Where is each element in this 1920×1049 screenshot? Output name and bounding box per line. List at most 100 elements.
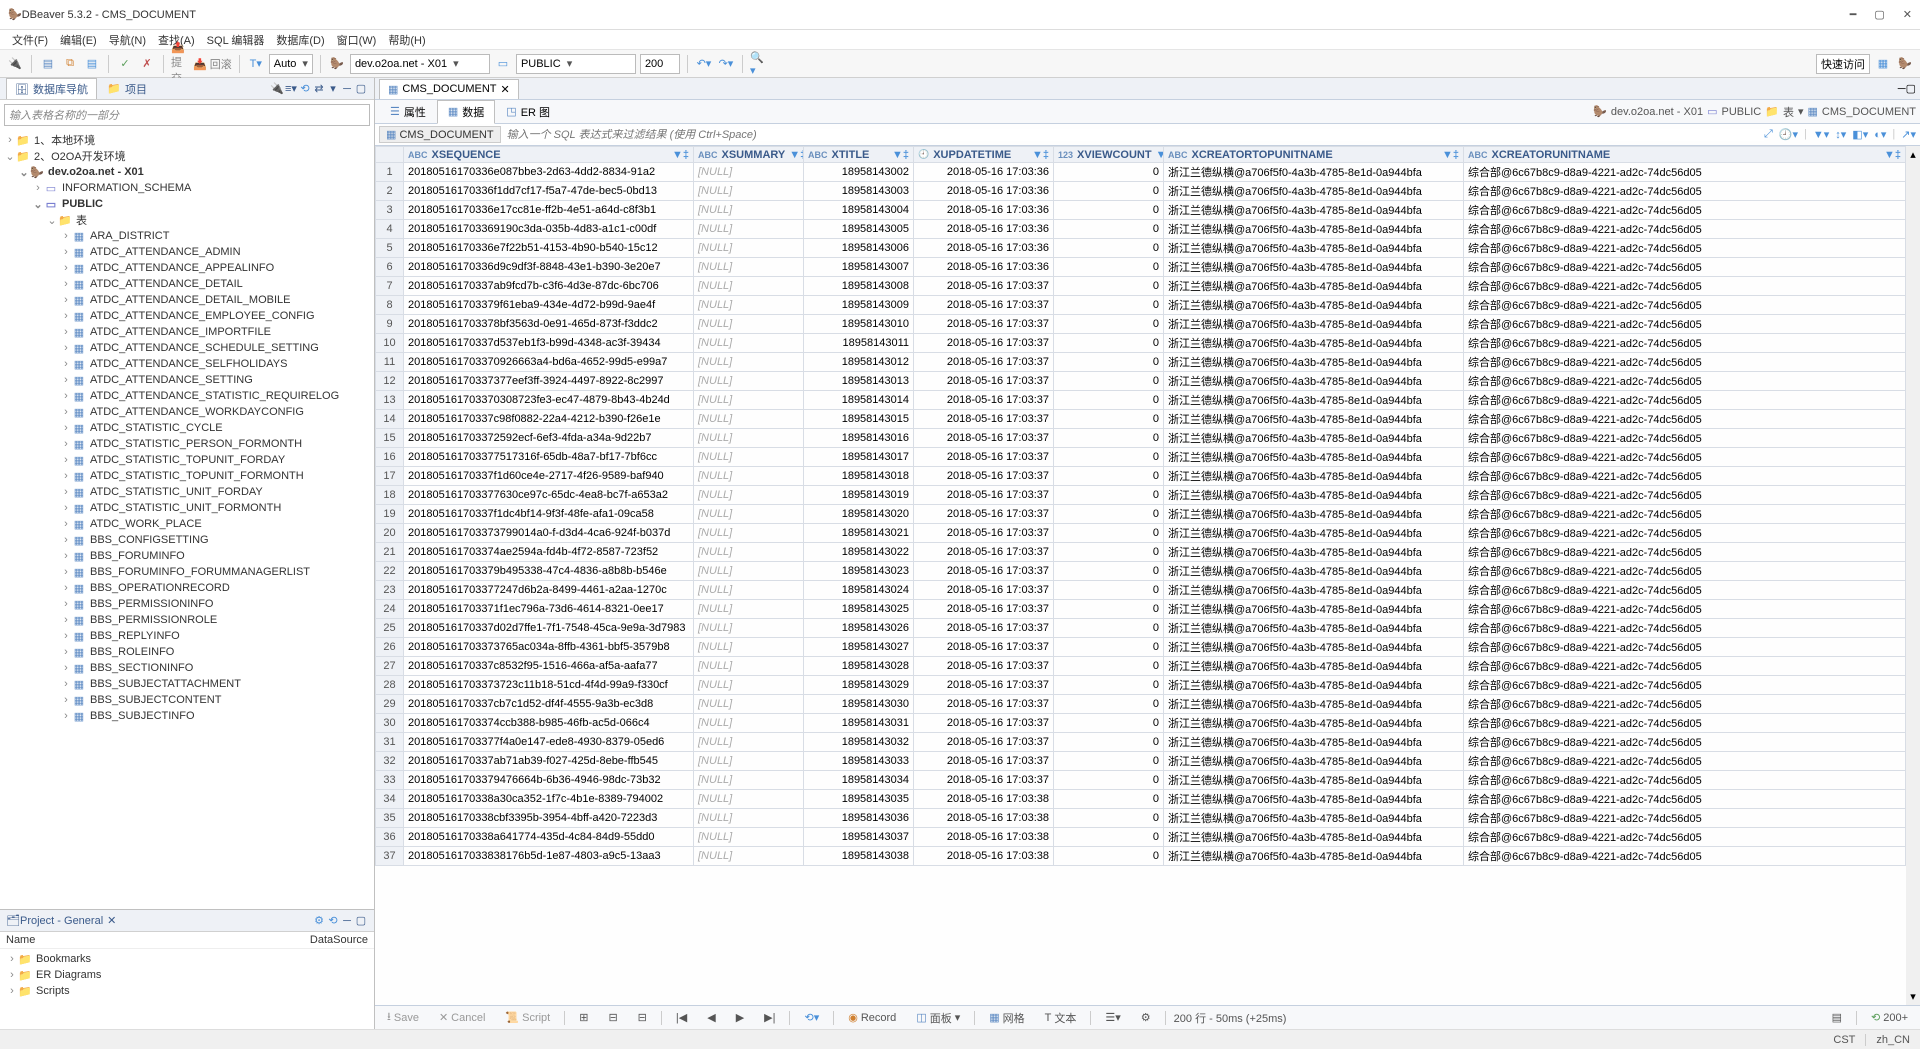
cell[interactable]: 浙江兰德纵横@a706f5f0-4a3b-4785-8e1d-0a944bfa (1164, 467, 1464, 486)
toolbar-icon[interactable]: ≡▾ (284, 82, 298, 96)
cell[interactable]: 0 (1054, 448, 1164, 467)
cell[interactable]: 浙江兰德纵横@a706f5f0-4a3b-4785-8e1d-0a944bfa (1164, 334, 1464, 353)
cell[interactable]: 综合部@6c67b8c9-d8a9-4221-ad2c-74dc56d05 (1464, 239, 1906, 258)
cell[interactable]: 20180516170337377eef3ff-3924-4497-8922-8… (404, 372, 694, 391)
close-button[interactable]: ✕ (1903, 8, 1912, 21)
script-button[interactable]: 📜Script (499, 1010, 556, 1025)
cell[interactable]: 201805161703373765ac034a-8ffb-4361-bbf5-… (404, 638, 694, 657)
cell[interactable]: 浙江兰德纵横@a706f5f0-4a3b-4785-8e1d-0a944bfa (1164, 486, 1464, 505)
connection-combo[interactable]: dev.o2oa.net - X01▾ (350, 54, 490, 74)
row-number[interactable]: 31 (376, 733, 404, 752)
cell[interactable]: 2018-05-16 17:03:38 (914, 828, 1054, 847)
history-icon[interactable]: 🕘▾ (1779, 128, 1798, 141)
cell[interactable]: 0 (1054, 201, 1164, 220)
cell[interactable]: 综合部@6c67b8c9-d8a9-4221-ad2c-74dc56d05 (1464, 353, 1906, 372)
cell[interactable]: 0 (1054, 752, 1164, 771)
cell[interactable]: 18958143007 (804, 258, 914, 277)
cell[interactable]: 18958143015 (804, 410, 914, 429)
toolbar-icon[interactable]: ◐▾ (1874, 128, 1886, 141)
cell[interactable]: 18958143006 (804, 239, 914, 258)
row-number[interactable]: 15 (376, 429, 404, 448)
cell[interactable]: 20180516170337c98f0882-22a4-4212-b390-f2… (404, 410, 694, 429)
tree-item[interactable]: ⌄▭PUBLIC (4, 196, 370, 212)
menu-item[interactable]: 数据库(D) (270, 32, 330, 48)
cell[interactable]: [NULL] (694, 638, 804, 657)
cell[interactable]: [NULL] (694, 258, 804, 277)
cell[interactable]: 18958143009 (804, 296, 914, 315)
cell[interactable]: 2018-05-16 17:03:37 (914, 676, 1054, 695)
add-row-icon[interactable]: ⊞ (573, 1010, 594, 1025)
cell[interactable]: 综合部@6c67b8c9-d8a9-4221-ad2c-74dc56d05 (1464, 809, 1906, 828)
cell[interactable]: 2018-05-16 17:03:37 (914, 638, 1054, 657)
rollback-icon[interactable]: ✗ (138, 55, 156, 73)
cell[interactable]: 20180516170337cb7c1d52-df4f-4555-9a3b-ec… (404, 695, 694, 714)
cell[interactable]: 18958143010 (804, 315, 914, 334)
cell[interactable]: 20180516170337ab9fcd7b-c3f6-4d3e-87dc-6b… (404, 277, 694, 296)
cell[interactable]: 18958143038 (804, 847, 914, 866)
tree-item[interactable]: ›▦ATDC_ATTENDANCE_STATISTIC_REQUIRELOG (4, 388, 370, 404)
cell[interactable]: 浙江兰德纵横@a706f5f0-4a3b-4785-8e1d-0a944bfa (1164, 790, 1464, 809)
cell[interactable]: [NULL] (694, 809, 804, 828)
cell[interactable]: 18958143025 (804, 600, 914, 619)
row-number[interactable]: 7 (376, 277, 404, 296)
perspective-icon[interactable]: 🦫 (1896, 55, 1914, 73)
fetch-more-button[interactable]: ⟲200+ (1865, 1010, 1914, 1025)
cell[interactable]: 2018-05-16 17:03:37 (914, 524, 1054, 543)
maximize-button[interactable]: ▢ (1874, 8, 1884, 21)
cell[interactable]: 18958143033 (804, 752, 914, 771)
minimize-icon[interactable]: ─ (340, 82, 354, 96)
cell[interactable]: 2018-05-16 17:03:37 (914, 315, 1054, 334)
cell[interactable]: 201805161703369190c3da-035b-4d83-a1c1-c0… (404, 220, 694, 239)
cell[interactable]: 18958143022 (804, 543, 914, 562)
tree-item[interactable]: ›▦ATDC_ATTENDANCE_DETAIL (4, 276, 370, 292)
text-mode[interactable]: T文本 (1039, 1009, 1083, 1027)
cell[interactable]: 201805161703379476664b-6b36-4946-98dc-73… (404, 771, 694, 790)
cell[interactable]: 2018-05-16 17:03:37 (914, 619, 1054, 638)
cell[interactable]: 201805161703374ccb388-b985-46fb-ac5d-066… (404, 714, 694, 733)
nav-tree[interactable]: ›📁1、本地环境⌄📁2、O2OA开发环境⌄🦫dev.o2oa.net - X01… (0, 130, 374, 909)
cell[interactable]: 0 (1054, 562, 1164, 581)
cell[interactable]: 0 (1054, 353, 1164, 372)
row-number[interactable]: 27 (376, 657, 404, 676)
link-editor-icon[interactable]: ⇄ (312, 82, 326, 96)
maximize-icon[interactable]: ▢ (1906, 82, 1916, 95)
tree-item[interactable]: ›▦ATDC_STATISTIC_UNIT_FORDAY (4, 484, 370, 500)
cell[interactable]: 综合部@6c67b8c9-d8a9-4221-ad2c-74dc56d05 (1464, 201, 1906, 220)
cell[interactable]: 2018-05-16 17:03:37 (914, 505, 1054, 524)
row-number[interactable]: 12 (376, 372, 404, 391)
save-button[interactable]: ⭳Save (381, 1007, 425, 1028)
cell[interactable]: [NULL] (694, 657, 804, 676)
tree-item[interactable]: ›▦ATDC_WORK_PLACE (4, 516, 370, 532)
cell[interactable]: 浙江兰德纵横@a706f5f0-4a3b-4785-8e1d-0a944bfa (1164, 714, 1464, 733)
tree-item[interactable]: ›▦ATDC_ATTENDANCE_SCHEDULE_SETTING (4, 340, 370, 356)
cell[interactable]: 18958143005 (804, 220, 914, 239)
cell[interactable]: [NULL] (694, 182, 804, 201)
cell[interactable]: 201805161703373723c11b18-51cd-4f4d-99a9-… (404, 676, 694, 695)
tree-item[interactable]: ›▦ATDC_STATISTIC_UNIT_FORMONTH (4, 500, 370, 516)
cell[interactable]: 浙江兰德纵横@a706f5f0-4a3b-4785-8e1d-0a944bfa (1164, 410, 1464, 429)
cell[interactable]: 0 (1054, 600, 1164, 619)
tree-item[interactable]: ›▦BBS_PERMISSIONROLE (4, 612, 370, 628)
row-number[interactable]: 9 (376, 315, 404, 334)
cell[interactable]: 2018-05-16 17:03:36 (914, 201, 1054, 220)
cell[interactable]: 2018-05-16 17:03:37 (914, 752, 1054, 771)
cell[interactable]: 18958143031 (804, 714, 914, 733)
cell[interactable]: 18958143034 (804, 771, 914, 790)
column-header[interactable]: 🕘XUPDATETIME▼‡ (914, 147, 1054, 163)
cell[interactable]: 18958143013 (804, 372, 914, 391)
cell[interactable]: 2018-05-16 17:03:37 (914, 714, 1054, 733)
cell[interactable]: 20180516170336f1dd7cf17-f5a7-47de-bec5-0… (404, 182, 694, 201)
cell[interactable]: 浙江兰德纵横@a706f5f0-4a3b-4785-8e1d-0a944bfa (1164, 562, 1464, 581)
duplicate-row-icon[interactable]: ⊟ (602, 1010, 623, 1025)
export-icon[interactable]: ↗▾ (1901, 128, 1916, 141)
cell[interactable]: 浙江兰德纵横@a706f5f0-4a3b-4785-8e1d-0a944bfa (1164, 638, 1464, 657)
cell[interactable]: 2018-05-16 17:03:37 (914, 543, 1054, 562)
cell[interactable]: 浙江兰德纵横@a706f5f0-4a3b-4785-8e1d-0a944bfa (1164, 771, 1464, 790)
cell[interactable]: [NULL] (694, 391, 804, 410)
cell[interactable]: 0 (1054, 391, 1164, 410)
expand-icon[interactable]: ⤢ (1764, 128, 1773, 141)
cell[interactable]: 18958143018 (804, 467, 914, 486)
cell[interactable]: 浙江兰德纵横@a706f5f0-4a3b-4785-8e1d-0a944bfa (1164, 239, 1464, 258)
close-icon[interactable]: ✕ (501, 83, 510, 96)
tree-item[interactable]: ›▦ATDC_STATISTIC_PERSON_FORMONTH (4, 436, 370, 452)
